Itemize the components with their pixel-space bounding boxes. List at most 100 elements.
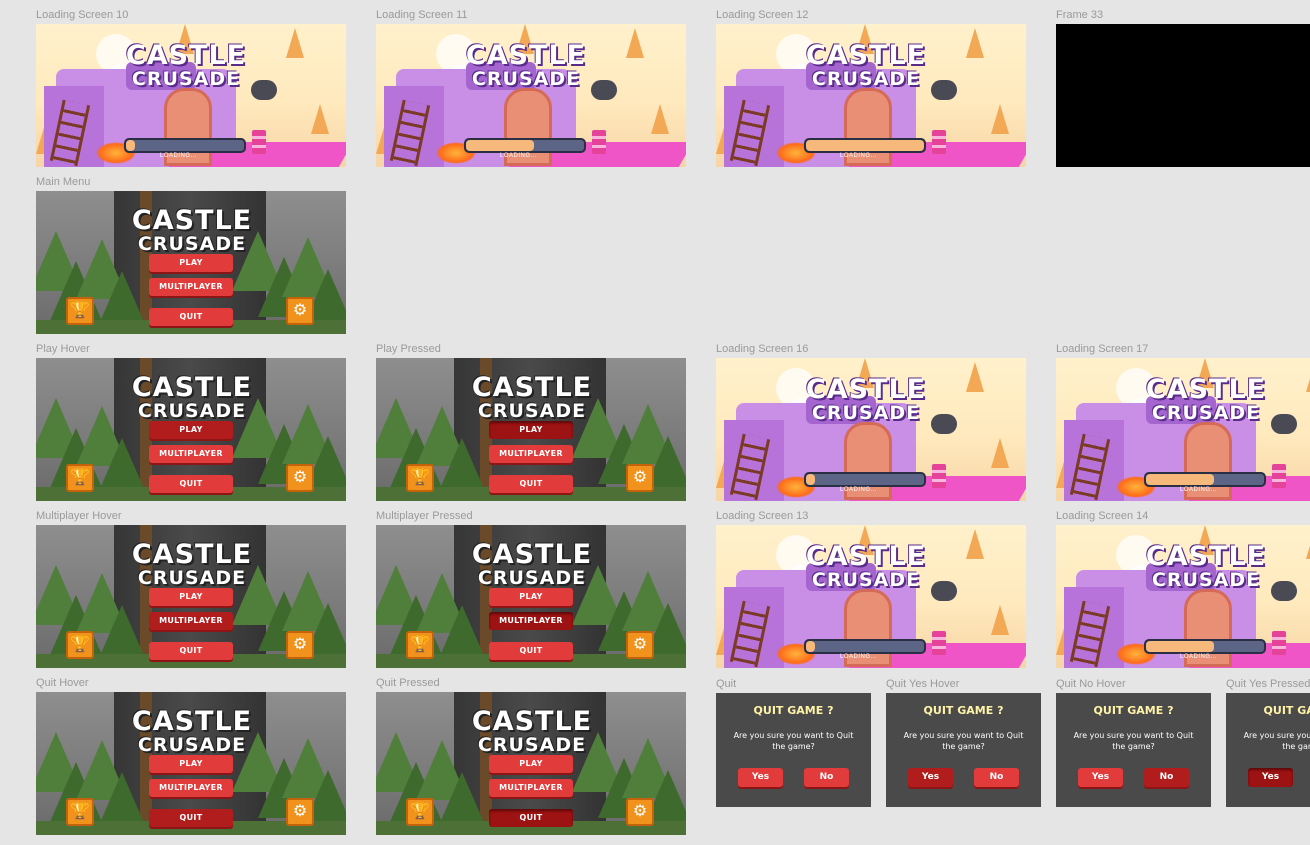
progress-fill [1146, 641, 1215, 652]
play-button[interactable]: PLAY [489, 421, 573, 439]
trophy-button[interactable]: 🏆 [66, 297, 94, 325]
cone-decor [626, 28, 644, 58]
main-menu-screen: CASTLE CRUSADE PLAY MULTIPLAYER QUIT 🏆 ⚙ [376, 358, 686, 501]
quit-button[interactable]: QUIT [149, 308, 233, 326]
dialog-message: Are you sure you want to Quit the game? [733, 731, 854, 751]
candle-decor [252, 130, 266, 154]
multiplayer-button[interactable]: MULTIPLAYER [149, 278, 233, 296]
settings-button[interactable]: ⚙ [626, 631, 654, 659]
multiplayer-button[interactable]: MULTIPLAYER [489, 612, 573, 630]
trophy-button[interactable]: 🏆 [66, 798, 94, 826]
yes-button[interactable]: Yes [908, 768, 953, 787]
logo-line-1: CASTLE [131, 706, 253, 737]
frame-label: Loading Screen 14 [1056, 510, 1149, 522]
logo-line-1: CASTLE [471, 372, 593, 403]
quit-button[interactable]: QUIT [149, 809, 233, 827]
loading-screen: CASTLE CRUSADE LOADING... [376, 24, 686, 167]
multiplayer-button[interactable]: MULTIPLAYER [489, 779, 573, 797]
play-button[interactable]: PLAY [149, 421, 233, 439]
loading-screen: CASTLE CRUSADE LOADING... [1056, 358, 1310, 501]
logo-line-1: CASTLE [471, 539, 593, 570]
main-menu-screen: CASTLE CRUSADE PLAY MULTIPLAYER QUIT 🏆 ⚙ [376, 525, 686, 668]
trophy-button[interactable]: 🏆 [406, 631, 434, 659]
game-logo: CASTLE CRUSADE [462, 708, 602, 755]
quit-button[interactable]: QUIT [149, 642, 233, 660]
logo-line-1: CASTLE [131, 372, 253, 403]
settings-button[interactable]: ⚙ [286, 798, 314, 826]
play-button[interactable]: PLAY [489, 588, 573, 606]
multiplayer-button[interactable]: MULTIPLAYER [149, 445, 233, 463]
logo-line-1: CASTLE [1145, 374, 1267, 405]
main-menu-screen: CASTLE CRUSADE PLAY MULTIPLAYER QUIT 🏆 ⚙ [36, 191, 346, 334]
no-button[interactable]: No [974, 768, 1019, 787]
yes-button[interactable]: Yes [738, 768, 783, 787]
frame-label: Play Pressed [376, 343, 441, 355]
logo-line-2: CRUSADE [477, 734, 587, 756]
yes-button[interactable]: Yes [1078, 768, 1123, 787]
game-logo: CASTLE CRUSADE [796, 376, 936, 423]
game-logo: CASTLE CRUSADE [122, 541, 262, 588]
cone-decor [966, 529, 984, 559]
progress-fill [126, 140, 136, 151]
quit-dialog: QUIT GAME ? Are you sure you want to Qui… [716, 693, 871, 807]
frame-label: Frame 33 [1056, 9, 1104, 21]
quit-dialog: QUIT GAME ? Are you sure you want to Qui… [1056, 693, 1211, 807]
play-button[interactable]: PLAY [149, 254, 233, 272]
quit-button[interactable]: QUIT [489, 642, 573, 660]
loading-screen: CASTLE CRUSADE LOADING... [36, 24, 346, 167]
gear-icon: ⚙ [292, 803, 308, 820]
logo-line-2: CRUSADE [131, 68, 241, 90]
dialog-message: Are you sure you want to Quit the game? [903, 731, 1024, 751]
loading-progress-bar [124, 138, 246, 153]
game-logo: CASTLE CRUSADE [122, 708, 262, 755]
quit-button[interactable]: QUIT [489, 475, 573, 493]
frame-label: Quit Hover [36, 677, 89, 689]
progress-fill [1146, 474, 1215, 485]
settings-button[interactable]: ⚙ [286, 631, 314, 659]
trophy-button[interactable]: 🏆 [66, 464, 94, 492]
frame-label: Loading Screen 10 [36, 9, 129, 21]
frame-label: Quit [716, 678, 737, 690]
logo-line-1: CASTLE [131, 205, 253, 236]
cone-decor [991, 438, 1009, 468]
loading-label: LOADING... [840, 153, 878, 159]
yes-button[interactable]: Yes [1248, 768, 1293, 787]
multiplayer-button[interactable]: MULTIPLAYER [149, 779, 233, 797]
frame-label: Loading Screen 13 [716, 510, 809, 522]
settings-button[interactable]: ⚙ [286, 464, 314, 492]
play-button[interactable]: PLAY [489, 755, 573, 773]
multiplayer-button[interactable]: MULTIPLAYER [149, 612, 233, 630]
settings-button[interactable]: ⚙ [626, 798, 654, 826]
play-button[interactable]: PLAY [149, 755, 233, 773]
trophy-button[interactable]: 🏆 [406, 464, 434, 492]
logo-line-1: CASTLE [1145, 541, 1267, 572]
multiplayer-button[interactable]: MULTIPLAYER [489, 445, 573, 463]
frame-label: Loading Screen 12 [716, 9, 809, 21]
dialog-title: QUIT GAME ? [1263, 704, 1310, 717]
trophy-button[interactable]: 🏆 [66, 631, 94, 659]
frame-label: Multiplayer Pressed [376, 510, 473, 522]
no-button[interactable]: No [1144, 768, 1189, 787]
loading-label: LOADING... [500, 153, 538, 159]
settings-button[interactable]: ⚙ [286, 297, 314, 325]
loading-label: LOADING... [840, 654, 878, 660]
no-button[interactable]: No [804, 768, 849, 787]
quit-button[interactable]: QUIT [149, 475, 233, 493]
loading-screen: CASTLE CRUSADE LOADING... [716, 358, 1026, 501]
cone-decor [1306, 362, 1310, 392]
settings-button[interactable]: ⚙ [626, 464, 654, 492]
game-logo: CASTLE CRUSADE [116, 42, 256, 89]
quit-button[interactable]: QUIT [489, 809, 573, 827]
gear-icon: ⚙ [632, 469, 648, 486]
logo-line-1: CASTLE [125, 40, 247, 71]
candle-decor [932, 130, 946, 154]
trophy-icon: 🏆 [70, 636, 90, 653]
cone-decor [1306, 529, 1310, 559]
trophy-icon: 🏆 [410, 636, 430, 653]
play-button[interactable]: PLAY [149, 588, 233, 606]
logo-line-2: CRUSADE [811, 68, 921, 90]
loading-progress-bar [1144, 639, 1266, 654]
main-menu-screen: CASTLE CRUSADE PLAY MULTIPLAYER QUIT 🏆 ⚙ [36, 358, 346, 501]
loading-progress-bar [1144, 472, 1266, 487]
trophy-button[interactable]: 🏆 [406, 798, 434, 826]
